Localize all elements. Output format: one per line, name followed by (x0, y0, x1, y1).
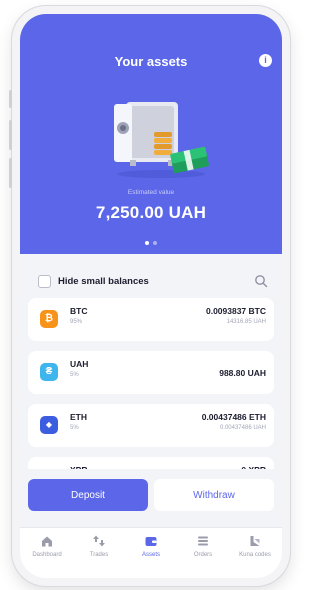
asset-percent: 95% (70, 319, 83, 325)
asset-amount: 0.0093837 BTC (205, 306, 266, 316)
tab-trades[interactable]: Trades (73, 534, 125, 558)
asset-row-uah[interactable]: ₴ UAH 5% 988.80 UAH (28, 351, 274, 394)
tab-label: Orders (193, 552, 213, 558)
asset-symbol: ETH (70, 412, 87, 422)
home-icon (42, 536, 52, 547)
hide-small-balances-label: Hide small balances (58, 275, 149, 287)
asset-row-eth[interactable]: ◆ ETH 5% 0.00437486 ETH 0.00437486 UAH (28, 404, 274, 447)
hide-small-balances-checkbox[interactable] (38, 274, 51, 288)
tab-assets[interactable]: Assets (125, 534, 177, 558)
kuna-codes-icon (250, 536, 260, 546)
asset-symbol: BTC (70, 306, 88, 316)
ethereum-icon: ◆ (40, 416, 58, 434)
hide-small-balances-row[interactable]: Hide small balances (38, 272, 268, 290)
tab-label: Dashboard (32, 552, 62, 558)
info-icon[interactable]: i (259, 54, 272, 67)
withdraw-button[interactable]: Withdraw (154, 479, 274, 511)
asset-row-btc[interactable]: ₿ BTC 95% 0.0093837 BTC 14316.85 UAH (28, 298, 274, 341)
phone-side-button (9, 90, 12, 108)
assets-header: Your assets i Estimated value 7,250.00 U… (20, 14, 282, 254)
wallet-icon (145, 537, 157, 546)
orders-icon (198, 536, 208, 546)
tab-label: Kuna codes (239, 552, 271, 558)
bottom-tab-bar: Dashboard Trades Assets Orders Kuna code… (20, 527, 282, 578)
page-indicator (20, 232, 282, 250)
tab-orders[interactable]: Orders (177, 534, 229, 558)
asset-amount: 988.80 UAH (219, 368, 266, 378)
hryvnia-icon: ₴ (40, 363, 58, 381)
asset-value-uah: 14316.85 UAH (226, 319, 266, 325)
trades-icon (93, 535, 105, 547)
asset-percent: 5% (70, 425, 79, 431)
page-dot[interactable] (153, 241, 157, 245)
estimated-value: 7,250.00 UAH (95, 203, 207, 222)
page-title: Your assets (114, 54, 188, 69)
tab-dashboard[interactable]: Dashboard (21, 534, 73, 558)
action-bar: Deposit Withdraw (20, 469, 282, 527)
phone-volume-up (9, 120, 12, 150)
asset-value-uah: 0.00437486 UAH (219, 425, 266, 431)
search-icon[interactable] (254, 274, 268, 288)
asset-amount: 0.00437486 ETH (201, 412, 266, 422)
deposit-button[interactable]: Deposit (28, 479, 148, 511)
asset-symbol: UAH (70, 359, 89, 369)
safe-illustration (114, 102, 209, 178)
page-dot-active[interactable] (145, 241, 149, 245)
tab-label: Trades (89, 552, 109, 558)
bitcoin-icon: ₿ (40, 310, 58, 328)
estimated-value-label: Estimated value (127, 189, 175, 196)
tab-kuna-codes[interactable]: Kuna codes (229, 534, 281, 558)
asset-percent: 5% (70, 372, 79, 378)
tab-label: Assets (141, 552, 160, 558)
phone-volume-down (9, 158, 12, 188)
app-screen: Your assets i Estimated value 7,250.00 U… (20, 14, 282, 578)
